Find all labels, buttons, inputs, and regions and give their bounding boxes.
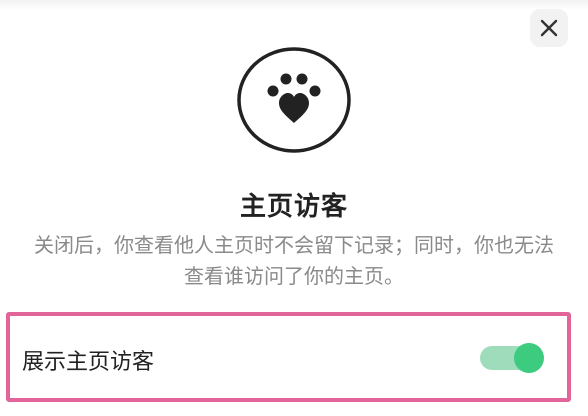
paw-heart-icon xyxy=(237,47,351,153)
show-visitors-setting-row: 展示主页访客 xyxy=(6,312,571,402)
show-visitors-toggle[interactable] xyxy=(480,341,546,373)
close-icon xyxy=(540,19,558,37)
toggle-knob xyxy=(514,343,544,373)
top-shade xyxy=(0,0,588,10)
description-line-2: 查看谁访问了你的主页。 xyxy=(184,264,404,288)
visitor-settings-dialog: 主页访客 关闭后，你查看他人主页时不会留下记录；同时，你也无法 查看谁访问了你的… xyxy=(0,0,588,416)
dialog-description: 关闭后，你查看他人主页时不会留下记录；同时，你也无法 查看谁访问了你的主页。 xyxy=(20,230,568,292)
close-button[interactable] xyxy=(530,9,568,47)
show-visitors-label: 展示主页访客 xyxy=(22,350,155,375)
description-line-1: 关闭后，你查看他人主页时不会留下记录；同时，你也无法 xyxy=(34,233,554,257)
dialog-title: 主页访客 xyxy=(239,192,348,222)
